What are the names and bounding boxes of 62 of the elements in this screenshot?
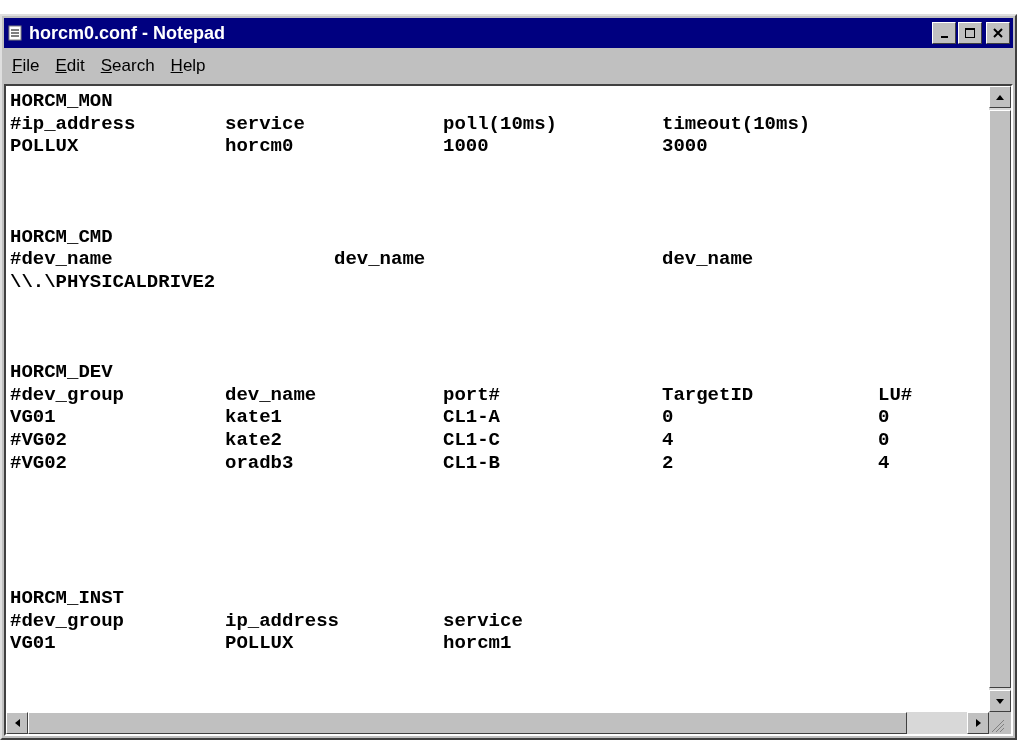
left-triangle-icon: [14, 719, 20, 727]
config-value: VG01: [10, 632, 57, 655]
config-value: kate1: [225, 406, 283, 429]
up-triangle-icon: [996, 94, 1004, 100]
config-value: ip_address: [225, 609, 341, 633]
section-header: HORCM_DEV: [10, 361, 114, 384]
config-value: service: [443, 609, 524, 633]
config-value: port#: [443, 383, 501, 407]
menu-item[interactable]: Edit: [49, 53, 91, 79]
menu-item[interactable]: Help: [164, 53, 212, 79]
config-value: #VG02: [10, 428, 68, 452]
config-value: POLLUX: [225, 632, 295, 655]
menu-item[interactable]: Search: [94, 53, 161, 79]
config-value: 3000: [662, 135, 709, 158]
config-value: timeout(10ms): [662, 112, 812, 136]
config-value: CL1-B: [443, 451, 501, 475]
config-value: #dev_name: [10, 248, 114, 271]
config-value: horcm0: [225, 135, 295, 158]
menu-item[interactable]: File: [6, 53, 46, 79]
maximize-icon: [965, 28, 975, 38]
config-value: #dev_group: [10, 383, 126, 407]
config-value: dev_name: [334, 248, 427, 271]
config-value: oradb3: [225, 451, 295, 475]
close-button[interactable]: [986, 22, 1010, 44]
config-value: 0: [878, 428, 891, 452]
window-title: horcm0.conf - Notepad: [29, 21, 226, 45]
config-value: CL1-C: [443, 428, 501, 452]
config-value: dev_name: [225, 383, 318, 407]
config-value: VG01: [10, 406, 57, 429]
config-value: kate2: [225, 428, 283, 452]
config-value: LU#: [878, 383, 914, 407]
config-value: 2: [662, 451, 675, 475]
config-value: 4: [878, 451, 891, 475]
scroll-up-button[interactable]: [989, 86, 1011, 108]
config-value: 4: [662, 428, 675, 452]
maximize-button[interactable]: [958, 22, 982, 44]
down-triangle-icon: [996, 698, 1004, 704]
close-icon: [993, 28, 1003, 38]
config-value: 0: [878, 406, 891, 429]
config-value: \\.\PHYSICALDRIVE2: [10, 270, 217, 294]
config-value: 1000: [443, 135, 490, 158]
section-header: HORCM_MON: [10, 90, 114, 113]
config-value: POLLUX: [10, 135, 80, 158]
minimize-button[interactable]: [932, 22, 956, 44]
config-value: #dev_group: [10, 609, 126, 633]
config-value: dev_name: [662, 248, 755, 271]
config-value: 0: [662, 406, 675, 429]
notepad-icon: [7, 25, 23, 41]
right-triangle-icon: [975, 719, 981, 727]
section-header: HORCM_INST: [10, 587, 126, 610]
config-value: poll(10ms): [443, 112, 559, 136]
config-value: #ip_address: [10, 112, 137, 136]
scroll-right-button[interactable]: [967, 712, 989, 734]
scroll-left-button[interactable]: [6, 712, 28, 734]
config-value: TargetID: [662, 383, 755, 407]
config-value: #VG02: [10, 451, 68, 475]
scroll-down-button[interactable]: [989, 690, 1011, 712]
config-value: service: [225, 112, 306, 136]
config-value: horcm1: [443, 632, 513, 655]
section-header: HORCM_CMD: [10, 225, 114, 249]
minimize-icon: [940, 36, 948, 38]
config-value: CL1-A: [443, 406, 501, 429]
